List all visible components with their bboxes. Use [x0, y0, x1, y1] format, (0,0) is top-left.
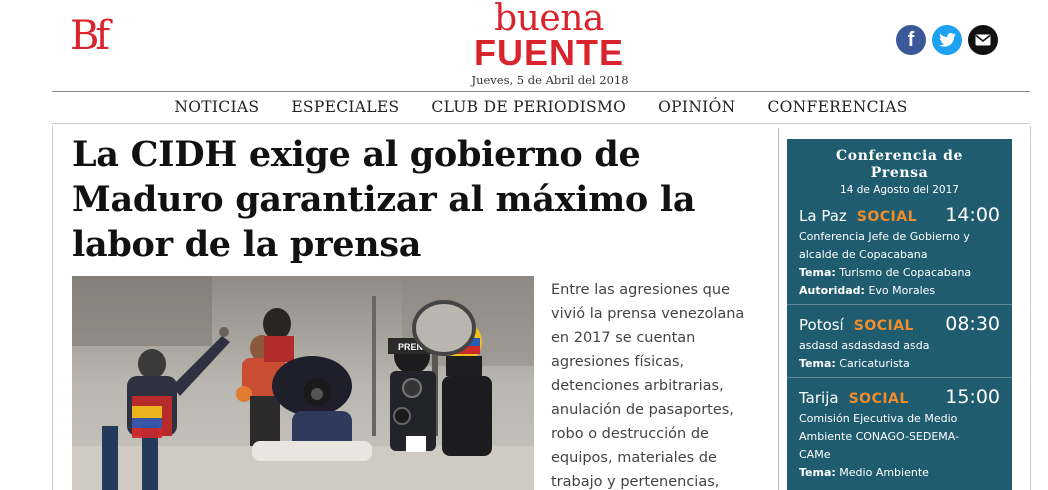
excerpt-line: robo o destrucción de — [551, 426, 709, 442]
event-item-potosi[interactable]: Potosí SOCIAL 08:30 asdasd asdasdasd asd… — [787, 305, 1012, 378]
event-tema-value: Medio Ambiente — [839, 466, 929, 479]
brand-line-2: FUENTE — [474, 32, 624, 73]
excerpt-line: en 2017 se cuentan — [551, 330, 696, 346]
event-description-line: asdasd asdasdasd asda — [799, 339, 930, 352]
nav-rule-bottom — [52, 123, 1030, 124]
nav-item-opinion[interactable]: OPINIÓN — [642, 93, 751, 121]
event-description-line: Comisión Ejecutiva de Medio — [799, 412, 958, 425]
event-tag: SOCIAL — [856, 209, 917, 225]
event-description-line: CAMe — [799, 448, 831, 461]
event-tema: Tema: Turismo de Copacabana — [799, 264, 1000, 282]
content-frame-left — [52, 126, 53, 490]
panel-date: 14 de Agosto del 2017 — [840, 184, 959, 196]
excerpt-line: vivió la prensa venezolana — [551, 306, 745, 322]
mail-icon[interactable] — [968, 25, 998, 55]
article-photo[interactable]: PRENSA — [72, 276, 534, 490]
excerpt-line: detenciones arbitrarias, — [551, 378, 724, 394]
event-tema: Tema: Caricaturista — [799, 355, 1000, 377]
brand-line-1: buena — [494, 0, 604, 39]
excerpt-line: trabajo y pertenencias, — [551, 474, 720, 490]
event-time: 15:00 — [945, 386, 1000, 408]
event-autoridad: Autoridad: Evo Morales — [799, 282, 1000, 304]
facebook-icon[interactable]: f — [896, 25, 926, 55]
event-city: La Paz — [799, 207, 847, 225]
event-autoridad-label: Autoridad: — [799, 284, 865, 297]
excerpt-line: agresiones físicas, — [551, 354, 685, 370]
nav-item-conferencias[interactable]: CONFERENCIAS — [751, 93, 923, 121]
event-description: asdasd asdasdasd asda — [799, 337, 1000, 355]
event-time: 08:30 — [945, 313, 1000, 335]
event-description-line: Conferencia Jefe de Gobierno y — [799, 230, 970, 243]
main-nav: NOTICIAS ESPECIALES CLUB DE PERIODISMO O… — [52, 93, 1030, 121]
nav-item-especiales[interactable]: ESPECIALES — [275, 93, 415, 121]
event-city: Tarija — [799, 389, 839, 407]
event-tema-label: Tema: — [799, 357, 836, 370]
article-headline[interactable]: La CIDH exige al gobierno de Maduro gara… — [72, 132, 772, 267]
event-autoridad-value: Evo Morales — [868, 284, 936, 297]
article-excerpt: Entre las agresiones que vivió la prensa… — [551, 278, 766, 490]
panel-title-line-1: Conferencia de — [836, 148, 963, 164]
event-tag: SOCIAL — [848, 391, 909, 407]
event-tema-label: Tema: — [799, 466, 836, 479]
nav-item-noticias[interactable]: NOTICIAS — [158, 93, 275, 121]
content-frame-right — [1030, 126, 1031, 490]
excerpt-line: anulación de pasaportes, — [551, 402, 734, 418]
site-logo-monogram[interactable]: Bf — [70, 16, 110, 56]
excerpt-line: equipos, materiales de — [551, 450, 717, 466]
panel-title-line-2: Prensa — [870, 165, 929, 181]
event-tema-value: Caricaturista — [839, 357, 910, 370]
twitter-icon[interactable] — [932, 25, 962, 55]
event-item-tarija[interactable]: Tarija SOCIAL 15:00 Comisión Ejecutiva d… — [787, 378, 1012, 482]
excerpt-line: Entre las agresiones que — [551, 282, 730, 298]
event-tema: Tema: Medio Ambiente — [799, 464, 1000, 482]
site-logo[interactable]: buena FUENTE — [471, 0, 627, 73]
social-links: f — [896, 25, 998, 55]
event-city: Potosí — [799, 316, 844, 334]
nav-item-club-de-periodismo[interactable]: CLUB DE PERIODISMO — [415, 93, 642, 121]
event-description: Comisión Ejecutiva de Medio Ambiente CON… — [799, 410, 1000, 464]
event-tema-label: Tema: — [799, 266, 836, 279]
event-time: 14:00 — [945, 204, 1000, 226]
event-description-line: Ambiente CONAGO-SEDEMA- — [799, 430, 960, 443]
header-date: Jueves, 5 de Abril del 2018 — [471, 73, 629, 87]
panel-title: Conferencia de Prensa — [787, 139, 1012, 182]
header-rule-top — [52, 91, 1030, 92]
press-conference-panel: Conferencia de Prensa 14 de Agosto del 2… — [787, 139, 1012, 490]
event-description-line: alcalde de Copacabana — [799, 248, 928, 261]
event-tema-value: Turismo de Copacabana — [839, 266, 972, 279]
event-item-la-paz[interactable]: La Paz SOCIAL 14:00 Conferencia Jefe de … — [787, 196, 1012, 305]
column-divider — [778, 128, 779, 490]
event-tag: SOCIAL — [853, 318, 914, 334]
event-description: Conferencia Jefe de Gobierno y alcalde d… — [799, 228, 1000, 264]
